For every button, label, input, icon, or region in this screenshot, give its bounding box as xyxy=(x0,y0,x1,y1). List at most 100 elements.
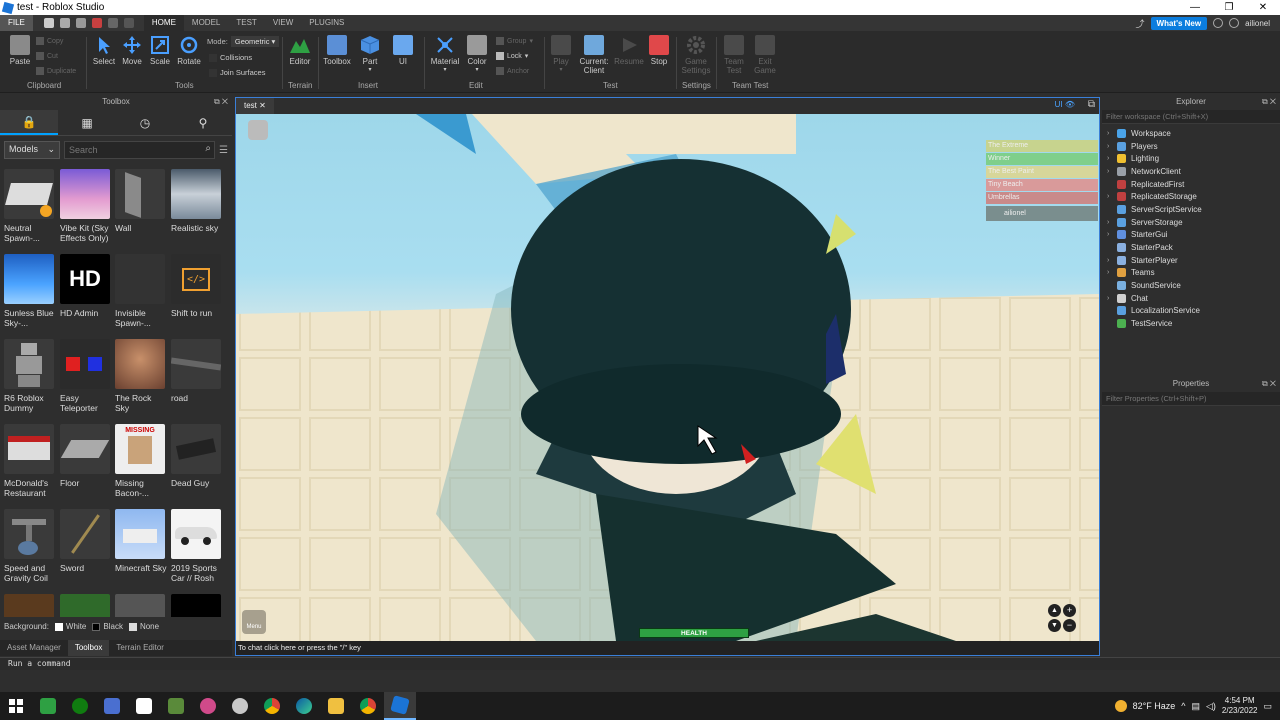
expand-chevron-icon[interactable]: › xyxy=(1107,143,1117,150)
tab-place-test[interactable]: test ✕ xyxy=(236,98,274,114)
chevron-up-icon[interactable]: ^ xyxy=(1181,701,1185,711)
profile-icon[interactable] xyxy=(1229,18,1240,28)
game-settings-button[interactable]: Game Settings xyxy=(680,35,712,75)
explorer-node[interactable]: LocalizationService xyxy=(1102,305,1280,318)
explorer-node[interactable]: › Lighting xyxy=(1102,152,1280,165)
tab-asset-manager[interactable]: Asset Manager xyxy=(0,640,68,656)
help-icon[interactable] xyxy=(1213,18,1224,28)
taskbar-app[interactable] xyxy=(160,692,192,720)
anchor-button[interactable]: Anchor xyxy=(496,67,529,75)
save-icon[interactable] xyxy=(91,18,102,28)
toolbox-item[interactable]: Realistic sky xyxy=(171,169,223,233)
bg-none-option[interactable]: None xyxy=(128,622,159,631)
menu-button[interactable]: Menu xyxy=(242,610,266,634)
maximize-button[interactable]: ❐ xyxy=(1212,2,1246,13)
new-file-icon[interactable] xyxy=(43,18,54,28)
exit-game-button[interactable]: Exit Game xyxy=(752,35,778,75)
toolbox-item[interactable] xyxy=(115,594,167,617)
whats-new-button[interactable]: What's New xyxy=(1150,16,1208,30)
expand-chevron-icon[interactable]: › xyxy=(1107,168,1117,175)
close-button[interactable]: ✕ xyxy=(1246,2,1280,13)
color-button[interactable]: Color ▾ xyxy=(465,35,489,73)
panel-controls[interactable]: ⧉ ✕ xyxy=(214,97,228,107)
notification-icon[interactable]: ▭ xyxy=(1263,701,1272,712)
taskbar-app[interactable] xyxy=(352,692,384,720)
game-viewport[interactable]: The Extreme Winner The Best Paint Tiny B… xyxy=(236,114,1099,641)
roblox-menu-icon[interactable] xyxy=(248,120,268,140)
mode-dropdown[interactable]: Geometric ▾ xyxy=(230,36,280,47)
explorer-node[interactable]: StarterPack xyxy=(1102,241,1280,254)
tab-home[interactable]: HOME xyxy=(143,15,184,31)
explorer-node[interactable]: › StarterPlayer xyxy=(1102,254,1280,267)
taskbar-app[interactable] xyxy=(224,692,256,720)
start-button[interactable] xyxy=(0,692,32,720)
toolbox-item[interactable]: HD HD Admin xyxy=(60,254,112,318)
toolbox-item[interactable]: Floor xyxy=(60,424,112,488)
taskbar-app-roblox-studio[interactable] xyxy=(384,692,416,720)
current-client-button[interactable]: Current: Client xyxy=(578,35,610,75)
leaderboard-player[interactable]: ailionel xyxy=(986,206,1098,221)
ui-visibility-toggle[interactable]: UI 👁 xyxy=(1055,100,1075,109)
move-tool-button[interactable]: Move xyxy=(120,35,144,66)
toolbox-item[interactable]: The Rock Sky xyxy=(115,339,167,413)
taskbar-app[interactable] xyxy=(64,692,96,720)
taskbar-app[interactable] xyxy=(288,692,320,720)
toolbox-item[interactable]: Invisible Spawn-... xyxy=(115,254,167,328)
explorer-node[interactable]: ServerScriptService xyxy=(1102,203,1280,216)
toolbox-item[interactable]: </> Shift to run xyxy=(171,254,223,318)
explorer-node[interactable]: ReplicatedFirst xyxy=(1102,178,1280,191)
tab-inventory[interactable]: 🔒 xyxy=(0,110,58,135)
explorer-node[interactable]: › Teams xyxy=(1102,267,1280,280)
category-dropdown[interactable]: Models ⌄ xyxy=(4,141,60,159)
tab-model[interactable]: MODEL xyxy=(184,15,228,31)
zoom-out-button[interactable]: − xyxy=(1063,619,1076,632)
taskbar-app[interactable] xyxy=(128,692,160,720)
toolbox-item[interactable]: Neutral Spawn-... xyxy=(4,169,56,243)
explorer-node[interactable]: TestService xyxy=(1102,317,1280,330)
join-surfaces-toggle[interactable]: Join Surfaces xyxy=(209,68,265,77)
tab-plugins[interactable]: PLUGINS xyxy=(301,15,352,31)
tab-test[interactable]: TEST xyxy=(228,15,264,31)
clock[interactable]: 4:54 PM 2/23/2022 xyxy=(1222,696,1258,716)
zoom-in-button[interactable]: + xyxy=(1063,604,1076,617)
explorer-node[interactable]: › Players xyxy=(1102,140,1280,153)
toolbox-item[interactable]: R6 Roblox Dummy xyxy=(4,339,56,413)
team-test-button[interactable]: Team Test xyxy=(720,35,748,75)
play-button[interactable]: Play ▾ xyxy=(549,35,573,73)
expand-chevron-icon[interactable]: › xyxy=(1107,219,1117,226)
chat-bar[interactable]: To chat click here or press the "/" key xyxy=(236,641,1099,655)
cut-button[interactable]: Cut xyxy=(36,52,58,60)
volume-icon[interactable]: ◁) xyxy=(1206,701,1216,712)
tab-creations[interactable]: ⚲ xyxy=(174,110,232,135)
copy-button[interactable]: Copy xyxy=(36,37,63,45)
filter-icon[interactable]: ☰ xyxy=(219,145,228,156)
toolbox-item[interactable]: Vibe Kit (Sky Effects Only) xyxy=(60,169,112,243)
taskbar-app[interactable] xyxy=(320,692,352,720)
camera-down-button[interactable]: ▼ xyxy=(1048,619,1061,632)
explorer-node[interactable]: › Chat xyxy=(1102,292,1280,305)
group-button[interactable]: Group ▾ xyxy=(496,37,533,45)
bg-black-option[interactable]: Black xyxy=(92,622,123,631)
toolbox-item[interactable] xyxy=(171,594,223,617)
tab-toolbox[interactable]: Toolbox xyxy=(67,640,110,656)
panel-controls[interactable]: ⧉ ✕ xyxy=(1262,379,1276,389)
share-icon[interactable] xyxy=(75,18,86,28)
toolbox-item[interactable]: Sunless Blue Sky-... xyxy=(4,254,56,328)
panel-controls[interactable]: ⧉ ✕ xyxy=(1262,97,1276,107)
toolbox-item[interactable]: Easy Teleporter xyxy=(60,339,112,413)
material-button[interactable]: Material ▾ xyxy=(430,35,460,73)
command-bar[interactable]: Run a command xyxy=(0,657,1280,670)
fullscreen-icon[interactable]: ⧉ xyxy=(1088,99,1095,110)
tab-marketplace[interactable]: ▦ xyxy=(58,110,116,135)
expand-chevron-icon[interactable]: › xyxy=(1107,295,1117,302)
tab-view[interactable]: VIEW xyxy=(265,15,301,31)
ui-insert-button[interactable]: UI xyxy=(392,35,414,66)
taskbar-app[interactable] xyxy=(32,692,64,720)
lock-button[interactable]: Lock ▾ xyxy=(496,52,528,60)
explorer-node[interactable]: › StarterGui xyxy=(1102,229,1280,242)
undo-icon[interactable] xyxy=(107,18,118,28)
expand-chevron-icon[interactable]: › xyxy=(1107,155,1117,162)
bg-white-option[interactable]: White xyxy=(54,622,86,631)
search-icon[interactable]: ⌕ xyxy=(205,143,211,154)
explorer-node[interactable]: › Workspace xyxy=(1102,127,1280,140)
